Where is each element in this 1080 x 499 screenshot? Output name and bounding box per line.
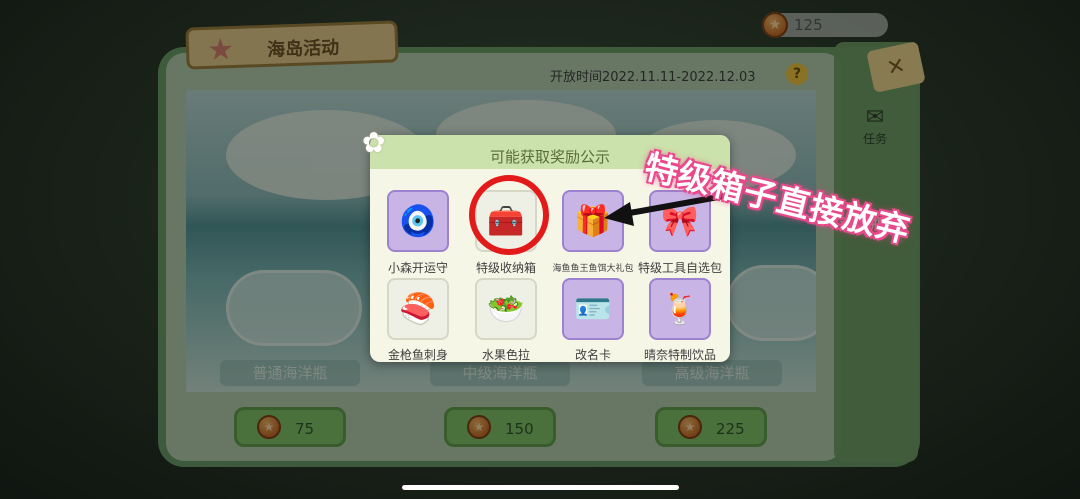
home-indicator[interactable] xyxy=(402,485,679,490)
